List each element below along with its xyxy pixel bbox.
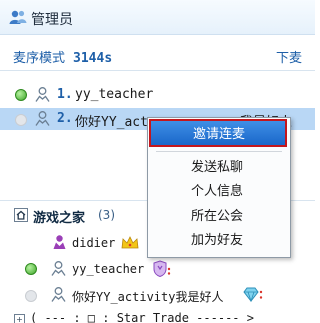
queue-row[interactable]: 1. yy_teacher [0,84,315,106]
menu-separator [156,151,282,152]
menu-item-label: 邀请连麦 [193,127,246,142]
member-name: 你好YY_activity我是好人 [72,290,224,304]
divider [0,70,315,71]
menu-item-label: 加为好友 [191,233,244,248]
queue-index: 1. [57,87,73,102]
status-online-icon [25,263,37,275]
menu-item-label: 所在公会 [191,209,244,224]
mic-mode-text: 麦序模式 [13,51,66,66]
channel-name: ( --- : □ : Star Trade ------ > [30,311,254,323]
panel-header: 管理员 [0,0,315,35]
person-icon [51,287,66,302]
channel-member-count: (3) [98,208,115,222]
person-icon [35,87,50,102]
menu-item-private-chat[interactable]: 发送私聊 [148,153,290,177]
member-name: yy_teacher [72,262,145,276]
menu-item-profile[interactable]: 个人信息 [148,177,290,201]
menu-item-label: 个人信息 [191,184,244,199]
panel-title: 管理员 [31,12,73,28]
queue-username: 你好YY_act [75,115,148,130]
channel-name: 游戏之家 [33,211,86,226]
queue-username: yy_teacher [75,87,154,102]
queue-index: 2. [57,111,73,126]
menu-item-invite-mic[interactable]: 邀请连麦 [149,119,287,147]
user-group-icon [9,10,27,24]
mic-mode-label: 麦序模式 3144s [13,47,112,66]
person-icon [51,261,66,276]
leave-mic-link[interactable]: 下麦 [276,47,302,66]
diamond-icon [243,287,263,302]
member-row[interactable]: 你好YY_activity我是好人 [0,284,315,306]
status-offline-icon [25,290,37,302]
home-icon [14,208,28,222]
channel-group-row-partial[interactable]: + ( --- : □ : Star Trade ------ > [0,310,315,323]
shield-icon [153,260,171,277]
member-row[interactable]: yy_teacher [0,258,315,280]
crown-icon [121,236,139,249]
expand-icon[interactable]: + [14,314,25,323]
member-name: didier [72,236,116,250]
menu-item-add-friend[interactable]: 加为好友 [148,226,290,250]
status-offline-icon [15,114,27,126]
menu-item-guild[interactable]: 所在公会 [148,202,290,226]
context-menu: 邀请连麦 发送私聊 个人信息 所在公会 加为好友 [147,117,291,258]
mic-mode-timer: 3144s [73,51,113,66]
member-vip-icon [53,235,66,249]
status-online-icon [15,89,27,101]
person-icon [35,111,50,126]
menu-item-label: 发送私聊 [191,160,244,175]
